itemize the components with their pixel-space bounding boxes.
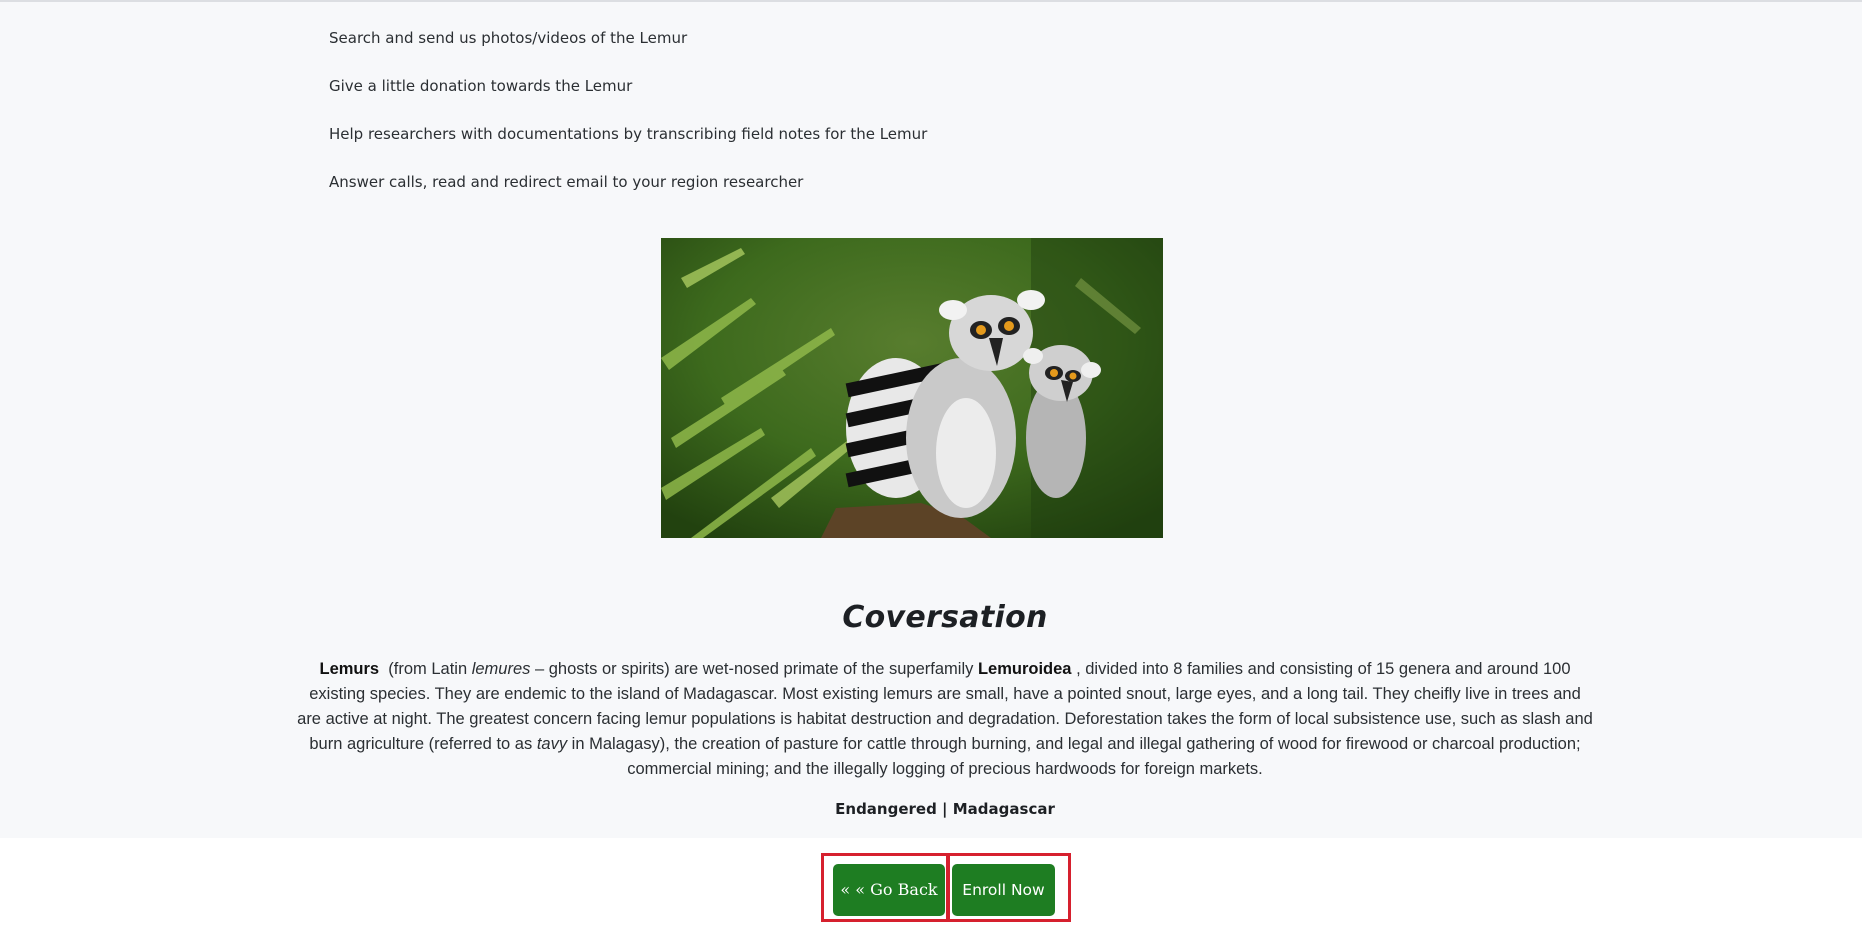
description-text: – ghosts or spirits) are wet-nosed prima… (535, 660, 974, 678)
go-back-button[interactable]: « « Go Back (833, 864, 945, 916)
malagasy-term: tavy (536, 735, 568, 753)
enroll-now-button[interactable]: Enroll Now (952, 864, 1055, 916)
lemur-photo (661, 238, 1163, 538)
lemurs-term: Lemurs (319, 660, 380, 678)
list-item: Give a little donation towards the Lemur (329, 77, 633, 95)
lemur-description: Lemurs (from Latin lemures – ghosts or s… (296, 657, 1594, 782)
superfamily-term: Lemuroidea (977, 660, 1072, 678)
section-title: Coversation (842, 600, 1048, 635)
list-item: Answer calls, read and redirect email to… (329, 173, 804, 191)
description-text: (from Latin (388, 660, 468, 678)
status-line: Endangered | Madagascar (835, 800, 1055, 818)
description-text: in Malagasy), the creation of pasture fo… (571, 735, 1581, 778)
list-item: Help researchers with documentations by … (329, 125, 928, 143)
volunteer-task-list: Search and send us photos/videos of the … (329, 28, 927, 220)
list-item: Search and send us photos/videos of the … (329, 29, 688, 47)
latin-term: lemures (471, 660, 531, 678)
top-divider (0, 0, 1862, 2)
